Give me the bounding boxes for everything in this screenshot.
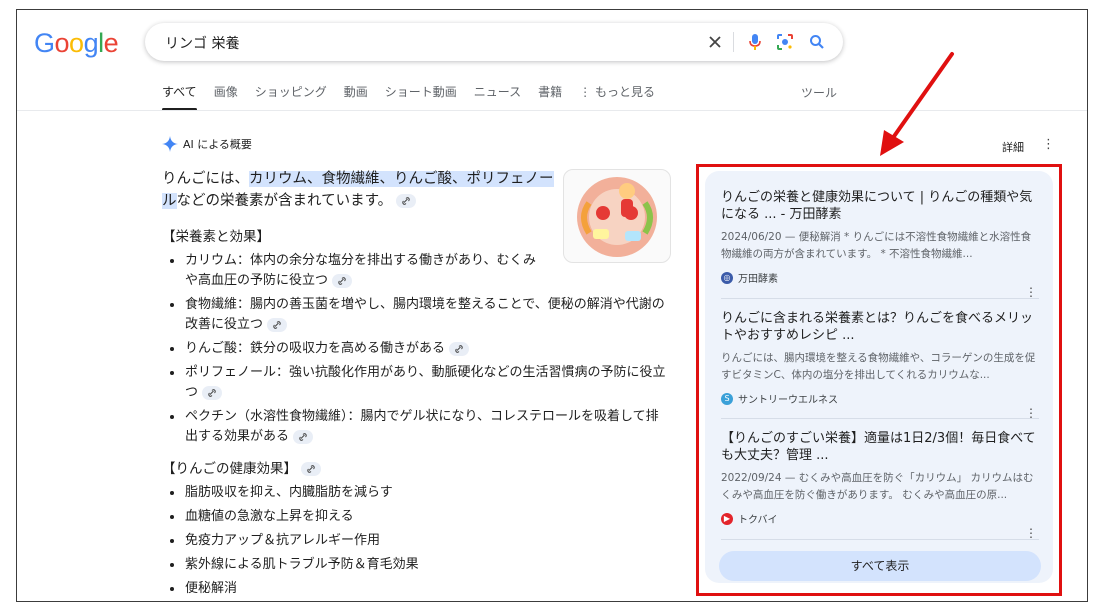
more-options-icon[interactable]: ⋮ (1042, 137, 1055, 152)
list-item: ポリフェノール：強い抗酸化作用があり、動脈硬化などの生活習慣病の予防に役立つ (167, 363, 667, 403)
mic-icon[interactable] (744, 31, 766, 53)
link-icon[interactable] (267, 317, 288, 332)
list-item: りんご酸：鉄分の吸収力を高める働きがある (167, 339, 667, 359)
link-icon[interactable] (449, 341, 470, 356)
tab-books[interactable]: 書籍 (538, 84, 562, 112)
ai-overview-header: AI による概要 (162, 136, 252, 152)
tab-news[interactable]: ニュース (474, 84, 521, 112)
list-item: ペクチン（水溶性食物繊維）：腸内でゲル状になり、コレステロールを吸着して排出する… (167, 407, 667, 447)
tab-more[interactable]: ⋮ もっと見る (579, 84, 655, 112)
list-item: 紫外線による肌トラブル予防＆育毛効果 (167, 555, 667, 575)
tab-shopping[interactable]: ショッピング (255, 84, 327, 112)
health-list: 脂肪吸収を抑え、内臓脂肪を減らす 血糖値の急激な上昇を抑える 免疫力アップ＆抗ア… (167, 483, 667, 601)
link-icon[interactable] (202, 385, 223, 400)
details-link[interactable]: 詳細 (1002, 139, 1024, 155)
ai-overview-intro: りんごには、カリウム、食物繊維、りんご酸、ポリフェノールなどの栄養素が含まれてい… (162, 168, 562, 212)
tab-images[interactable]: 画像 (214, 84, 238, 112)
tab-all[interactable]: すべて (162, 84, 197, 112)
intro-text: りんごには、 (162, 171, 249, 187)
list-item: カリウム：体内の余分な塩分を排出する働きがあり、むくみや高血圧の予防に役立つ (167, 251, 547, 291)
tab-more-label: もっと見る (595, 85, 656, 99)
google-logo[interactable]: Google (34, 28, 119, 59)
close-icon[interactable] (704, 31, 726, 53)
more-dots-icon: ⋮ (579, 85, 592, 99)
apple-illustration (577, 177, 657, 257)
nutrients-list: カリウム：体内の余分な塩分を排出する働きがあり、むくみや高血圧の予防に役立つ 食… (167, 251, 667, 451)
gemini-sparkle-icon (162, 136, 178, 152)
intro-text-tail: などの栄養素が含まれています。 (176, 193, 393, 209)
link-icon[interactable] (332, 273, 353, 288)
list-item: 便秘解消 (167, 579, 667, 599)
list-item-text: 食物繊維：腸内の善玉菌を増やし、腸内環境を整えることで、便秘の解消や代謝の改善に… (185, 297, 665, 332)
section-heading-health-text: 【りんごの健康効果】 (162, 461, 297, 477)
browser-frame: Google リンゴ 栄養 すべて 画像 ショッピング 動画 ショート動画 ニュ… (16, 9, 1088, 602)
list-item: 免疫力アップ＆抗アレルギー作用 (167, 531, 667, 551)
search-divider (733, 32, 734, 52)
link-icon[interactable] (301, 462, 321, 476)
link-icon[interactable] (396, 194, 417, 208)
search-input[interactable]: リンゴ 栄養 (165, 33, 239, 53)
list-item: 脂肪吸収を抑え、内臓脂肪を減らす (167, 483, 667, 503)
apple-nutrition-thumbnail[interactable] (563, 169, 671, 263)
search-icon[interactable] (806, 31, 828, 53)
list-item-text: カリウム：体内の余分な塩分を排出する働きがあり、むくみや高血圧の予防に役立つ (185, 253, 537, 288)
list-item-text: ペクチン（水溶性食物繊維）：腸内でゲル状になり、コレステロールを吸着して排出する… (185, 409, 659, 444)
search-tabs: すべて 画像 ショッピング 動画 ショート動画 ニュース 書籍 ⋮ もっと見る (162, 84, 672, 112)
tab-short-videos[interactable]: ショート動画 (385, 84, 457, 112)
section-heading-nutrients: 【栄養素と効果】 (162, 229, 270, 245)
ai-overview-title: AI による概要 (183, 138, 252, 151)
lens-icon[interactable] (774, 31, 796, 53)
list-item: 血糖値の急激な上昇を抑える (167, 507, 667, 527)
list-item-text: ポリフェノール：強い抗酸化作用があり、動脈硬化などの生活習慣病の予防に役立つ (185, 365, 666, 400)
tab-videos[interactable]: 動画 (344, 84, 368, 112)
tools-button[interactable]: ツール (801, 84, 837, 101)
search-box[interactable]: リンゴ 栄養 (145, 23, 843, 61)
section-heading-health: 【りんごの健康効果】 (162, 457, 321, 477)
annotation-arrow (880, 52, 954, 156)
link-icon[interactable] (293, 429, 314, 444)
list-item-text: りんご酸：鉄分の吸収力を高める働きがある (185, 341, 446, 356)
highlight-box (696, 164, 1062, 596)
list-item: 食物繊維：腸内の善玉菌を増やし、腸内環境を整えることで、便秘の解消や代謝の改善に… (167, 295, 667, 335)
